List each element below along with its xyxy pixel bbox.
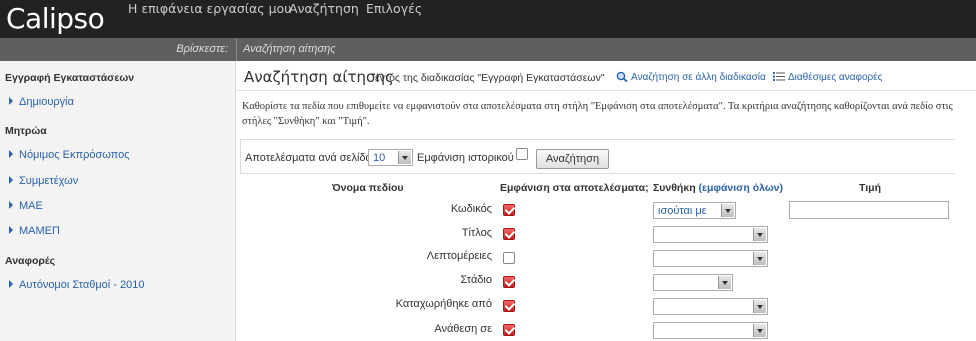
app-logo[interactable]: Calipso — [6, 2, 105, 35]
nav-search[interactable]: Αναζήτηση — [289, 1, 359, 16]
sidebar: Εγγραφή Εγκαταστάσεων Δημιουργία Μητρώα … — [0, 61, 236, 341]
page-title: Αναζήτηση αίτησης — [244, 68, 394, 86]
title-bar: Αναζήτηση αίτησης εντός της διαδικασίας … — [236, 61, 976, 91]
show-stage-checkbox[interactable] — [503, 276, 515, 288]
results-per-page-value: 10 — [373, 152, 386, 164]
condition-select-assigned-to[interactable] — [653, 322, 768, 339]
chevron-down-icon — [398, 151, 411, 164]
breadcrumb-current: Αναζήτηση αίτησης — [243, 43, 336, 55]
column-header-condition-label: Συνθήκη — [653, 182, 696, 194]
sidebar-item-label: Δημιουργία — [19, 96, 74, 108]
chevron-right-icon — [9, 97, 13, 106]
breadcrumb-divider — [236, 38, 237, 61]
available-reports-link[interactable]: Διαθέσιμες αναφορές — [773, 72, 883, 83]
show-history-checkbox[interactable] — [516, 148, 528, 160]
sidebar-item-label: Αυτόνομοι Σταθμοί - 2010 — [19, 279, 145, 291]
show-all-conditions-link[interactable]: (εμφάνιση όλων) — [699, 182, 783, 194]
chevron-down-icon — [718, 276, 731, 289]
sidebar-item-autonomous-stations[interactable]: Αυτόνομοι Σταθμοί - 2010 — [9, 279, 144, 291]
show-details-checkbox[interactable] — [503, 252, 515, 264]
chevron-right-icon — [9, 150, 13, 159]
column-header-show: Εμφάνιση στα αποτελέσματα; — [500, 182, 649, 194]
field-label-stage: Στάδιο — [460, 274, 492, 286]
sidebar-item-participant[interactable]: Συμμετέχων — [9, 175, 78, 187]
chevron-down-icon — [753, 228, 766, 241]
results-per-page-label: Αποτελέσματα ανά σελίδα — [245, 152, 372, 164]
search-icon — [616, 71, 628, 83]
search-other-process-label: Αναζήτηση σε άλλη διαδικασία — [631, 72, 766, 84]
condition-select-title[interactable] — [653, 226, 768, 243]
chevron-right-icon — [9, 280, 13, 289]
sidebar-item-mae[interactable]: ΜΑΕ — [9, 200, 43, 212]
column-header-field: Όνομα πεδίου — [332, 182, 404, 194]
top-bar: Calipso Η επιφάνεια εργασίας μου Αναζήτη… — [0, 0, 976, 38]
sidebar-item-label: ΜΑΕ — [19, 200, 43, 212]
sidebar-section-registration: Εγγραφή Εγκαταστάσεων — [5, 72, 135, 84]
chevron-down-icon — [753, 252, 766, 265]
column-header-condition: Συνθήκη (εμφάνιση όλων) — [653, 182, 783, 194]
field-label-details: Λεπτομέρειες — [426, 250, 492, 262]
available-reports-label: Διαθέσιμες αναφορές — [788, 72, 883, 84]
field-label-code: Κωδικός — [450, 203, 492, 215]
condition-select-registered-by[interactable] — [653, 298, 768, 315]
sidebar-item-label: ΜΑΜΕΠ — [19, 225, 60, 237]
sidebar-section-registries: Μητρώα — [5, 125, 47, 137]
sidebar-item-create[interactable]: Δημιουργία — [9, 96, 74, 108]
sidebar-item-label: Νόμιμος Εκπρόσωπος — [19, 149, 130, 161]
condition-select-stage[interactable] — [653, 274, 733, 291]
field-label-registered-by: Καταχωρήθηκε από — [395, 298, 492, 310]
chevron-down-icon — [753, 324, 766, 337]
sidebar-item-mamep[interactable]: ΜΑΜΕΠ — [9, 225, 60, 237]
condition-select-code[interactable]: ισούται με — [653, 202, 736, 219]
value-input-code[interactable] — [789, 201, 949, 219]
condition-select-details[interactable] — [653, 250, 768, 267]
column-header-value: Τιμή — [859, 182, 881, 194]
search-options-box: Αποτελέσματα ανά σελίδα 10 Εμφάνιση ιστο… — [240, 139, 955, 174]
chevron-down-icon — [721, 204, 734, 217]
results-per-page-select[interactable]: 10 — [368, 149, 413, 166]
show-assigned-to-checkbox[interactable] — [503, 324, 515, 336]
list-icon — [773, 71, 785, 82]
show-registered-by-checkbox[interactable] — [503, 300, 515, 312]
search-other-process-link[interactable]: Αναζήτηση σε άλλη διαδικασία — [616, 71, 766, 84]
condition-select-code-value: ισούται με — [658, 205, 707, 217]
sidebar-item-label: Συμμετέχων — [19, 175, 79, 187]
field-label-title: Τίτλος — [461, 227, 492, 239]
breadcrumb: Βρίσκεστε: Αναζήτηση αίτησης — [0, 38, 976, 61]
sidebar-item-legal-representative[interactable]: Νόμιμος Εκπρόσωπος — [9, 149, 130, 161]
chevron-right-icon — [9, 176, 13, 185]
breadcrumb-label: Βρίσκεστε: — [176, 43, 228, 55]
nav-my-desktop[interactable]: Η επιφάνεια εργασίας μου — [128, 1, 291, 16]
sidebar-section-reports: Αναφορές — [5, 255, 56, 267]
show-history-label: Εμφάνιση ιστορικού — [417, 152, 514, 164]
chevron-right-icon — [9, 226, 13, 235]
chevron-right-icon — [9, 201, 13, 210]
chevron-down-icon — [753, 300, 766, 313]
search-button[interactable]: Αναζήτηση — [536, 149, 609, 169]
show-title-checkbox[interactable] — [503, 228, 515, 240]
page-subtitle: εντός της διαδικασίας "Εγγραφή Εγκαταστά… — [375, 72, 605, 84]
show-code-checkbox[interactable] — [503, 204, 515, 216]
nav-options[interactable]: Επιλογές — [366, 1, 422, 16]
main-content: Αναζήτηση αίτησης εντός της διαδικασίας … — [236, 61, 976, 341]
field-label-assigned-to: Ανάθεση σε — [434, 323, 492, 335]
instructions-text: Καθορίστε τα πεδία που επιθυμείτε να εμφ… — [242, 101, 953, 127]
